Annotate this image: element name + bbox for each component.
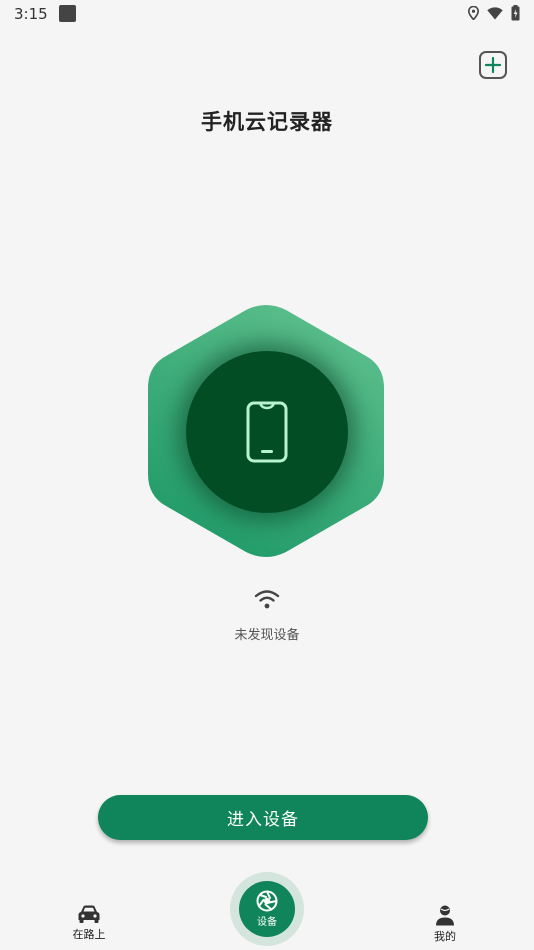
- screen: 3:15 手机云记录器 未发现设备 进入设备 在路上 设备 我的: [0, 0, 534, 950]
- nav-item-mine[interactable]: 我的: [420, 904, 470, 944]
- wifi-icon: [254, 590, 280, 609]
- nav-label-device: 设备: [257, 917, 277, 928]
- location-icon: [468, 6, 479, 20]
- page-title: 手机云记录器: [201, 110, 333, 134]
- plus-icon: [484, 56, 502, 74]
- person-icon: [436, 905, 454, 926]
- notification-icon: [59, 5, 76, 22]
- nav-label-on-the-road: 在路上: [72, 928, 106, 941]
- status-icons: [468, 5, 520, 21]
- phone-icon: [246, 401, 288, 463]
- battery-icon: [511, 5, 520, 21]
- device-core: [186, 351, 348, 513]
- nav-device-button: 设备: [239, 881, 295, 937]
- aperture-icon: [256, 890, 278, 912]
- car-icon: [78, 905, 100, 923]
- nav-item-on-the-road[interactable]: 在路上: [64, 904, 114, 942]
- enter-device-button[interactable]: 进入设备: [98, 795, 428, 840]
- nav-item-device[interactable]: 设备: [230, 872, 304, 946]
- add-device-button[interactable]: [479, 51, 507, 79]
- status-time: 3:15: [14, 5, 48, 23]
- bottom-nav: 在路上 设备 我的: [0, 870, 534, 950]
- device-status-text: 未发现设备: [234, 628, 300, 643]
- nav-label-mine: 我的: [434, 930, 456, 943]
- device-indicator: [148, 304, 384, 558]
- wifi-status-icon: [487, 6, 503, 19]
- status-bar: 3:15: [0, 0, 534, 28]
